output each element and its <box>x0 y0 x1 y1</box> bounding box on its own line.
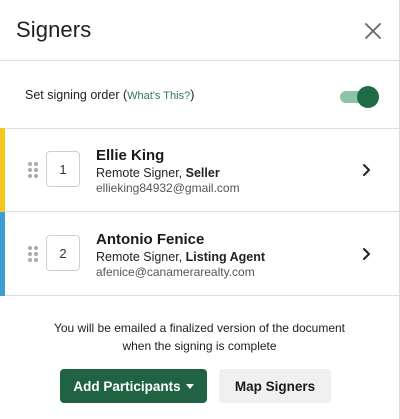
add-participants-button[interactable]: Add Participants <box>60 369 207 403</box>
drag-handle-icon <box>28 246 38 262</box>
signing-order-number[interactable]: 1 <box>46 151 80 187</box>
signer-name: Ellie King <box>96 147 165 164</box>
map-signers-label: Map Signers <box>234 378 316 394</box>
signer-accent-bar <box>0 212 5 296</box>
add-participants-label: Add Participants <box>73 378 181 394</box>
whats-this-link[interactable]: What's This? <box>127 90 190 102</box>
drag-handle-icon <box>28 162 38 178</box>
signing-order-row: Set signing order (What's This?) <box>0 61 399 129</box>
drag-handle[interactable] <box>27 245 39 263</box>
signer-accent-bar <box>0 128 5 212</box>
chevron-right-icon[interactable] <box>361 163 373 177</box>
close-button[interactable] <box>361 19 385 43</box>
toggle-knob <box>357 86 379 108</box>
signer-role-name: Seller <box>185 166 220 180</box>
signer-name: Antonio Fenice <box>96 231 205 248</box>
close-paren: ) <box>190 88 195 102</box>
panel-title: Signers <box>16 17 92 42</box>
signing-order-text: Set signing order (What's This?) <box>25 88 194 102</box>
signer-row[interactable]: 1 Ellie King Remote Signer, Seller ellie… <box>0 128 399 212</box>
signer-type: Remote Signer, <box>96 250 186 264</box>
signer-email: afenice@canamerarealty.com <box>96 265 255 279</box>
completion-note-line: You will be emailed a finalized version … <box>53 321 346 335</box>
signing-order-number[interactable]: 2 <box>46 235 80 271</box>
chevron-right-icon[interactable] <box>361 247 373 261</box>
signer-email: ellieking84932@gmail.com <box>96 181 240 195</box>
open-paren: ( <box>119 88 128 102</box>
completion-note: You will be emailed a finalized version … <box>0 319 399 355</box>
panel-header: Signers <box>0 0 399 61</box>
signer-row[interactable]: 2 Antonio Fenice Remote Signer, Listing … <box>0 212 399 296</box>
signer-type: Remote Signer, <box>96 166 186 180</box>
signer-role: Remote Signer, Listing Agent <box>96 250 265 264</box>
signer-role-name: Listing Agent <box>185 250 266 264</box>
signer-role: Remote Signer, Seller <box>96 166 220 180</box>
signing-order-toggle[interactable] <box>340 86 379 108</box>
drag-handle[interactable] <box>27 161 39 179</box>
signers-panel: Signers Set signing order (What's This?) <box>0 0 400 419</box>
map-signers-button[interactable]: Map Signers <box>219 369 331 403</box>
close-icon <box>365 23 381 39</box>
caret-down-icon <box>185 383 194 389</box>
signing-order-label: Set signing order <box>25 88 120 102</box>
completion-note-line: when the signing is complete <box>122 339 277 353</box>
